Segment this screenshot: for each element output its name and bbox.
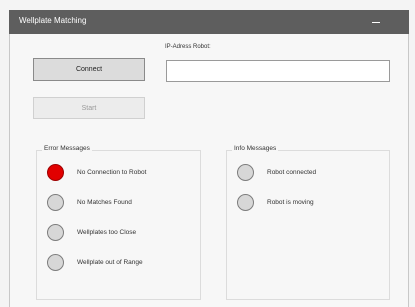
info-messages-group: Info Messages Robot connected Robot is m… <box>226 145 390 300</box>
window-title: Wellplate Matching <box>19 16 87 25</box>
error-messages-group: Error Messages No Connection to Robot No… <box>36 145 201 300</box>
info-row-robot-moving: Robot is moving <box>237 193 314 211</box>
minimize-icon <box>372 21 380 23</box>
ip-address-input[interactable] <box>166 60 390 82</box>
status-led-icon <box>237 193 254 211</box>
error-messages-title: Error Messages <box>42 145 92 152</box>
error-label: No Connection to Robot <box>77 168 147 176</box>
info-label: Robot connected <box>267 168 317 176</box>
error-label: Wellplate out of Range <box>77 258 143 266</box>
status-led-icon <box>47 223 64 241</box>
ip-address-label: IP-Adress Robot: <box>165 44 211 50</box>
error-row-no-connection: No Connection to Robot <box>47 163 146 181</box>
app-window: Wellplate Matching Connect Start IP-Adre… <box>0 0 415 307</box>
title-bar[interactable]: Wellplate Matching <box>9 10 409 34</box>
status-led-icon <box>47 253 64 271</box>
start-button[interactable]: Start <box>33 97 145 119</box>
status-led-icon <box>47 163 64 181</box>
info-label: Robot is moving <box>267 198 314 206</box>
connect-button[interactable]: Connect <box>33 58 145 81</box>
info-row-robot-connected: Robot connected <box>237 163 316 181</box>
minimize-button[interactable] <box>369 15 383 29</box>
error-label: Wellplates too Close <box>77 228 137 236</box>
error-row-no-matches: No Matches Found <box>47 193 132 211</box>
status-led-icon <box>47 193 64 211</box>
status-led-icon <box>237 163 254 181</box>
info-messages-title: Info Messages <box>232 145 279 152</box>
main-panel: Connect Start IP-Adress Robot: Error Mes… <box>9 34 409 307</box>
error-row-out-of-range: Wellplate out of Range <box>47 253 143 271</box>
error-row-too-close: Wellplates too Close <box>47 223 136 241</box>
error-label: No Matches Found <box>77 198 132 206</box>
